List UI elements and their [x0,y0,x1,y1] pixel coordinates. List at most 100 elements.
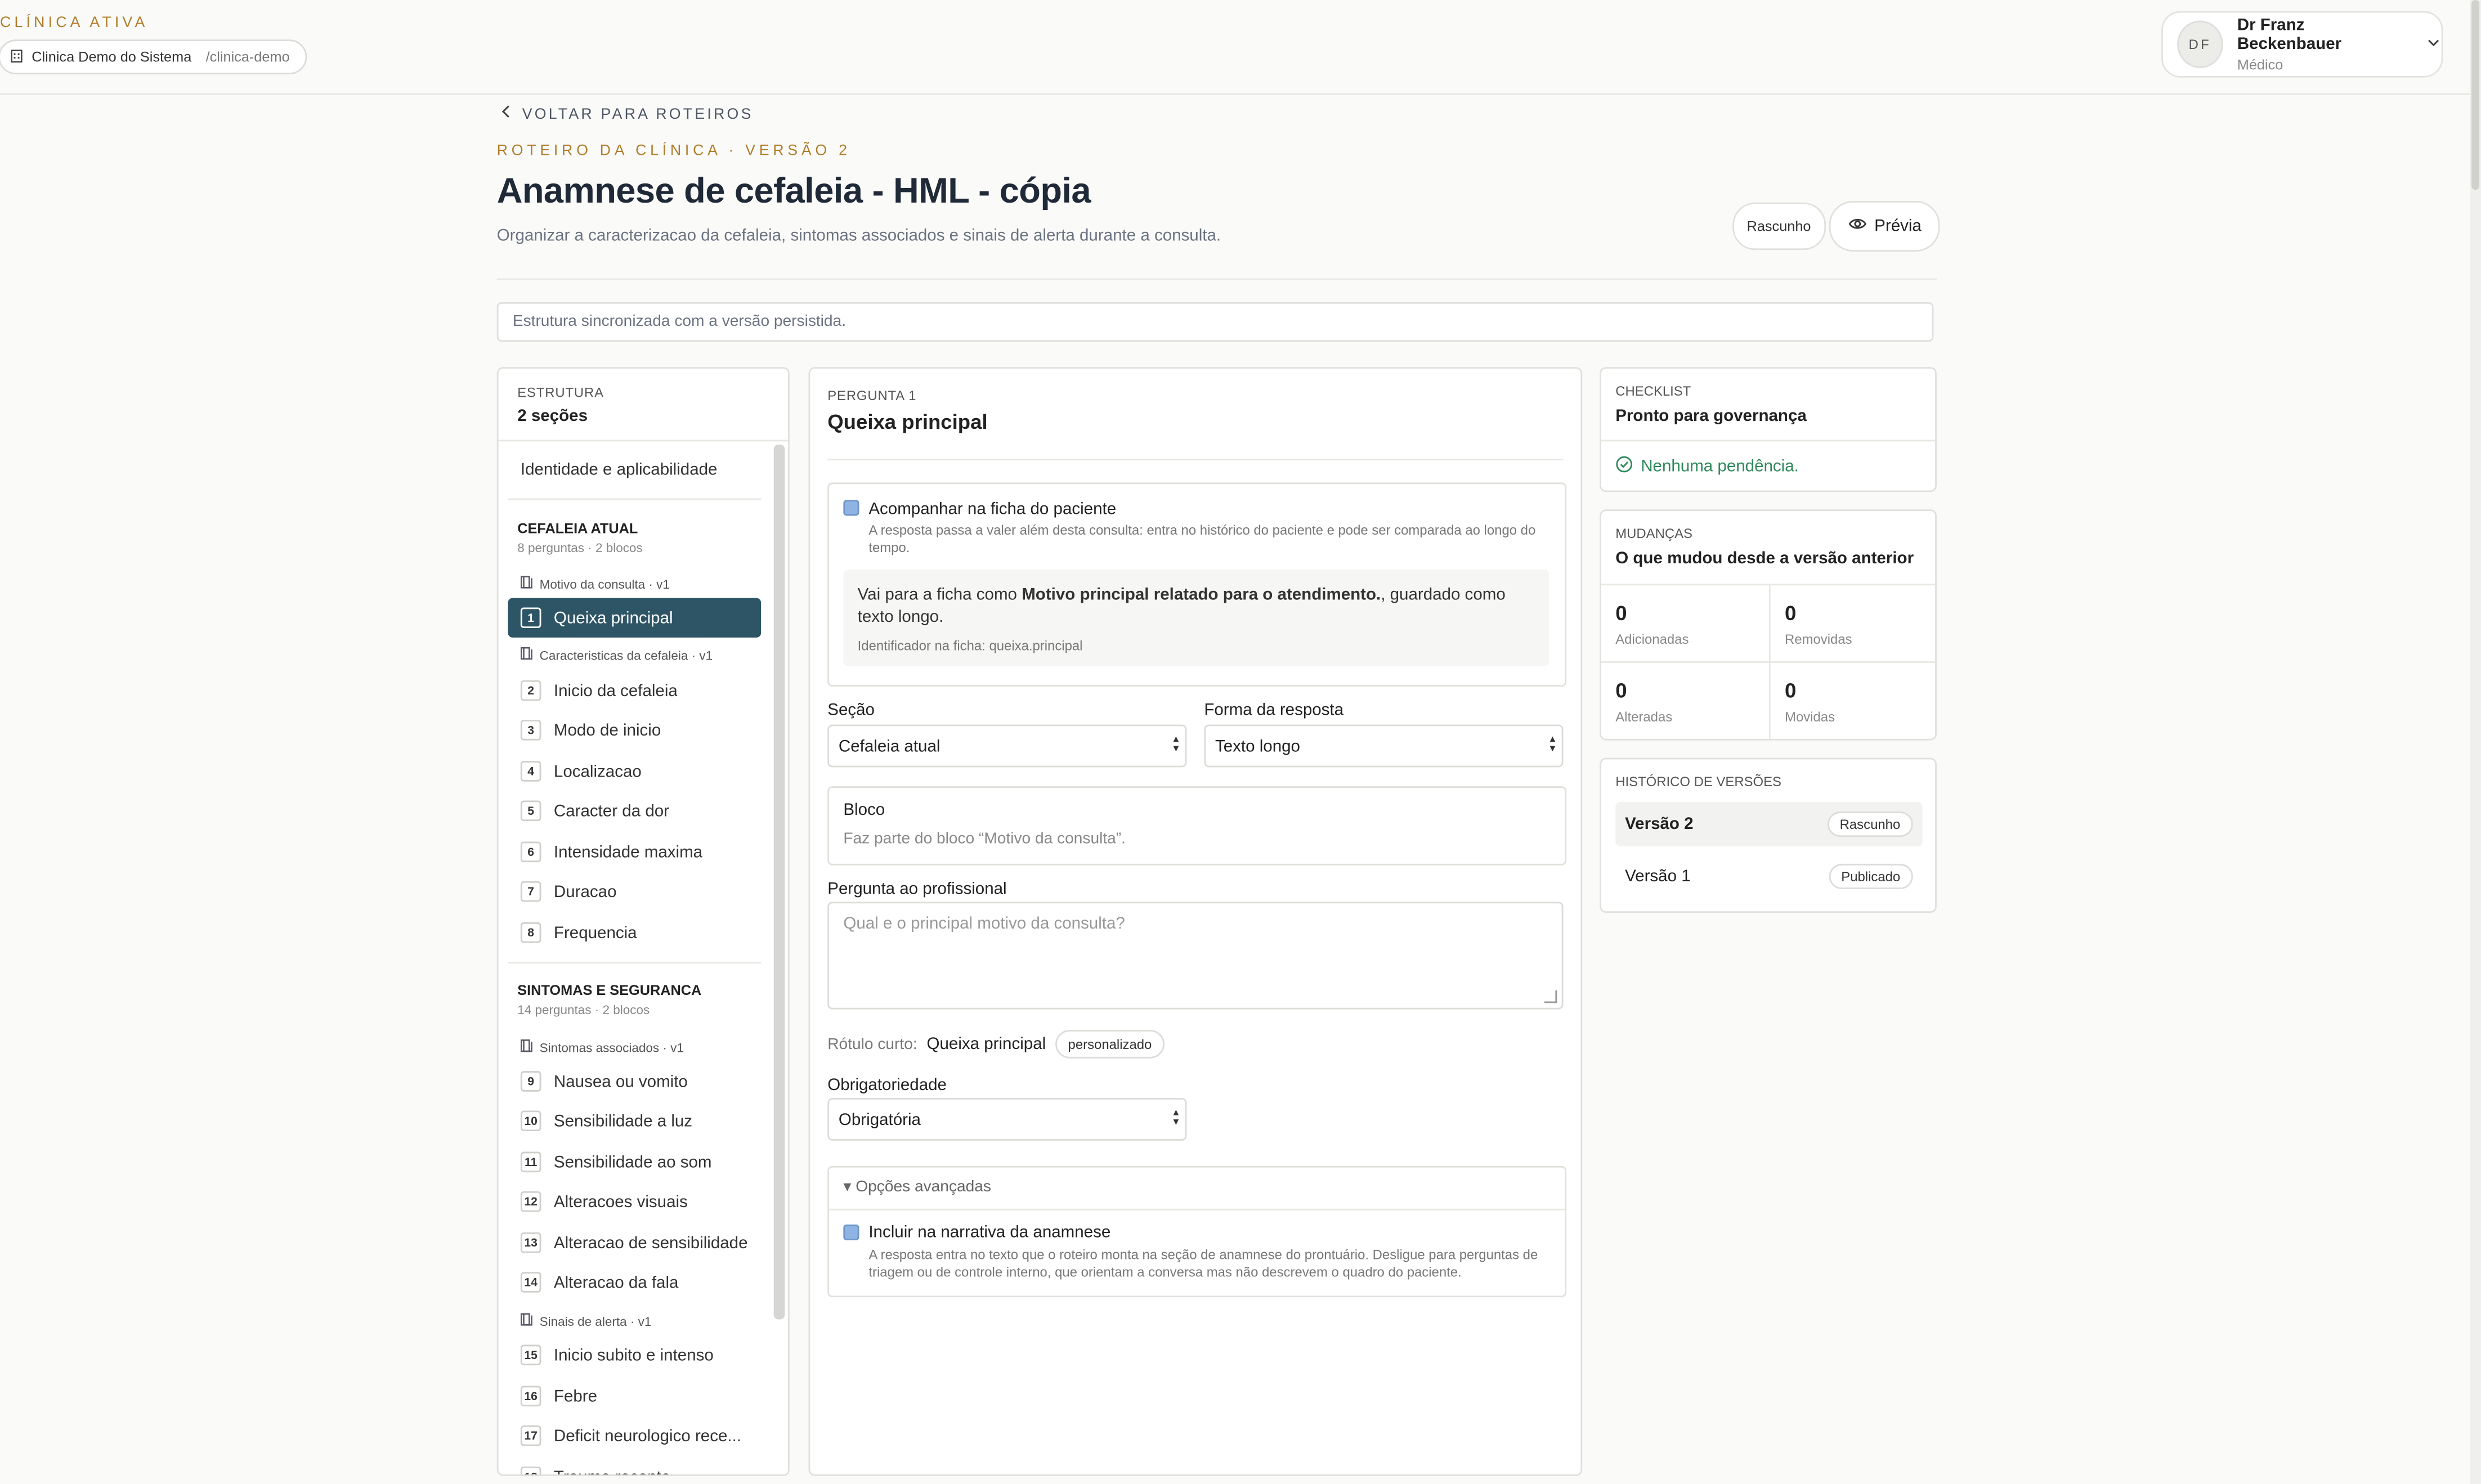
version-status-badge: Publicado [1828,863,1913,889]
narrative-description: A resposta entra no texto que o roteiro … [868,1247,1538,1280]
short-label-row: Rótulo curto: Queixa principal personali… [827,1030,1165,1059]
user-name: Dr Franz Beckenbauer [2237,16,2342,54]
section-title-sintomas-seguranca[interactable]: SINTOMAS E SEGURANCA [517,983,701,998]
question-textarea[interactable]: Qual e o principal motivo da consulta? [827,902,1564,1010]
question-item-15[interactable]: 15 Inicio subito e intenso [508,1335,761,1375]
question-item-8[interactable]: 8 Frequencia [508,913,761,952]
page-subtitle: Organizar a caracterizacao da cefaleia, … [496,226,1221,245]
select-arrows-icon: ▴ ▾ [1549,734,1556,755]
resize-grip-icon[interactable] [1544,990,1557,1003]
block-icon [521,1039,533,1055]
follow-patient-description: A resposta passa a valer além desta cons… [868,522,1536,555]
version-status-badge: Rascunho [1827,812,1913,837]
question-item-5[interactable]: 5 Caracter da dor [508,791,761,831]
block-icon [521,1313,533,1329]
structure-section-count: 2 seções [517,406,588,426]
patient-record-info: Vai para a ficha como Motivo principal r… [843,570,1549,666]
section-title-cefaleia-atual[interactable]: CEFALEIA ATUAL [517,521,638,536]
question-item-7[interactable]: 7 Duracao [508,872,761,911]
question-item-12[interactable]: 12 Alteracoes visuais [508,1182,761,1221]
section-meta: 8 perguntas · 2 blocos [517,541,643,555]
header-divider [496,278,1937,280]
follow-patient-title: Acompanhar na ficha do paciente [868,500,1117,519]
brand-wordmark: CLÍNICA ATIVA [0,14,149,32]
narrative-checkbox[interactable] [843,1224,859,1240]
structure-scrollbar[interactable] [773,444,785,1320]
back-to-roteiros-link[interactable]: VOLTAR PARA ROTEIROS [500,105,753,124]
advanced-options-toggle[interactable]: ▾ Opções avançadas [843,1178,991,1196]
question-text-label: Pergunta ao profissional [827,880,1007,899]
record-identifier: Identificador na ficha: queixa.principal [857,637,1083,654]
patient-record-text: Vai para a ficha como Motivo principal r… [857,585,1506,627]
question-item-13[interactable]: 13 Alteracao de sensibilidade [508,1223,761,1262]
block-sinais-alerta: Sinais de alerta · v1 [521,1313,651,1329]
stat-added: 0 Adicionadas [1615,601,1689,647]
question-item-11[interactable]: 11 Sensibilidade ao som [508,1142,761,1182]
required-label: Obrigatoriedade [827,1075,947,1095]
block-icon [521,647,533,663]
changes-divider [1601,584,1936,586]
clinic-selector[interactable]: Clinica Demo do Sistema /clinica-demo [0,39,307,75]
follow-patient-checkbox[interactable] [843,500,859,516]
avatar: DF [2177,20,2223,68]
question-item-6[interactable]: 6 Intensidade maxima [508,832,761,872]
preview-label: Prévia [1874,217,1922,236]
question-item-17[interactable]: 17 Deficit neurologico rece... [508,1416,761,1455]
answer-type-select[interactable]: Texto longo ▴ ▾ [1204,724,1564,768]
question-item-10[interactable]: 10 Sensibilidade a luz [508,1101,761,1141]
question-item-9[interactable]: 9 Nausea ou vomito [508,1061,761,1101]
checklist-eyebrow: CHECKLIST [1615,383,1691,399]
identity-applicability-item[interactable]: Identidade e aplicabilidade [521,460,718,479]
section-select[interactable]: Cefaleia atual ▴ ▾ [827,724,1187,768]
section-divider [508,498,762,500]
history-eyebrow: HISTÓRICO DE VERSÕES [1615,773,1782,790]
eye-icon [1847,217,1866,236]
section-divider [508,962,762,964]
question-item-3[interactable]: 3 Modo de inicio [508,710,761,750]
back-label: VOLTAR PARA ROTEIROS [522,105,754,123]
question-item-14[interactable]: 14 Alteracao da fala [508,1262,761,1302]
version-history-card: HISTÓRICO DE VERSÕES Versão 2 Rascunho V… [1600,757,1937,913]
page-scrollbar-track[interactable] [2470,0,2481,1484]
question-item-16[interactable]: 16 Febre [508,1377,761,1416]
short-label-value[interactable]: Queixa principal [927,1035,1046,1054]
block-motivo-consulta: Motivo da consulta · v1 [521,576,670,591]
check-circle-icon [1615,456,1633,478]
question-item-2[interactable]: 2 Inicio da cefaleia [508,671,761,710]
user-menu[interactable]: DF Dr Franz Beckenbauer Médico [2161,11,2443,78]
checklist-title: Pronto para governança [1615,406,1807,426]
stat-removed: 0 Removidas [1785,601,1852,647]
select-arrows-icon: ▴ ▾ [1173,1107,1179,1128]
checklist-divider [1601,440,1936,442]
page-scrollbar-thumb[interactable] [2471,0,2480,190]
bloco-box: Bloco Faz parte do bloco “Motivo da cons… [827,786,1567,866]
structure-panel: ESTRUTURA 2 seções Identidade e aplicabi… [496,367,790,1476]
short-label-caption: Rótulo curto: [827,1035,917,1053]
draft-status-button[interactable]: Rascunho [1732,202,1825,250]
custom-badge: personalizado [1055,1030,1165,1059]
changes-title: O que mudou desde a versão anterior [1615,549,1914,568]
question-item-4[interactable]: 4 Localizacao [508,751,761,791]
question-title: Queixa principal [827,410,988,434]
preview-button[interactable]: Prévia [1829,201,1940,252]
version-row-2[interactable]: Versão 2 Rascunho [1615,802,1923,846]
block-icon [521,576,533,591]
select-arrows-icon: ▴ ▾ [1173,734,1179,755]
page-title: Anamnese de cefaleia - HML - cópia [496,171,1091,210]
question-item-18[interactable]: 18Trauma recente [508,1457,761,1475]
changes-card: MUDANÇAS O que mudou desde a versão ante… [1600,509,1937,741]
bloco-description: Faz parte do bloco “Motivo da consulta”. [843,830,1126,848]
clinic-name: Clinica Demo do Sistema [32,49,192,65]
version-row-1[interactable]: Versão 1 Publicado [1615,854,1922,899]
required-select[interactable]: Obrigatória ▴ ▾ [827,1097,1187,1141]
question-item-1[interactable]: 1 Queixa principal [508,598,762,638]
question-eyebrow: PERGUNTA 1 [827,387,917,403]
editor-divider [827,459,1564,461]
bloco-title: Bloco [843,800,885,820]
sync-status-bar: Estrutura sincronizada com a versão pers… [496,302,1934,342]
stat-moved: 0 Movidas [1785,679,1835,725]
structure-divider [498,440,788,442]
clinic-slug: /clinica-demo [205,49,290,65]
changes-eyebrow: MUDANÇAS [1615,525,1693,541]
structure-eyebrow: ESTRUTURA [517,384,604,401]
